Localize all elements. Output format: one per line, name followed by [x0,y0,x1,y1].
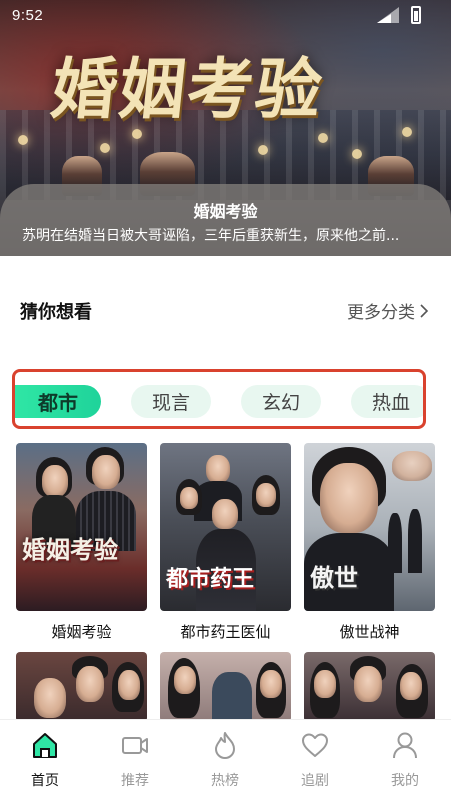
drama-card-poster[interactable] [16,652,147,722]
hero-title: 婚姻考验 [193,202,258,221]
video-icon [122,737,148,754]
poster-figure [34,678,66,718]
nav-label: 推荐 [121,773,149,789]
hero-description: 苏明在结婚当日被大哥诬陷，三年后重获新生，原来他之前... [22,228,400,244]
category-tab-xianyan[interactable]: 现言 [131,385,211,418]
poster-figure [76,666,104,702]
drama-card-poster[interactable]: 都市药王 [160,443,291,611]
nav-hot[interactable]: 热榜 [180,730,270,790]
nav-label: 热榜 [211,773,239,789]
poster-figure [42,465,68,497]
drama-card-poster[interactable] [160,652,291,722]
battery-icon [411,6,421,24]
category-tabs: 都市 现言 玄幻 热血 [12,369,426,429]
status-time: 9:52 [12,7,44,24]
drama-card-poster[interactable]: 傲世 [304,443,435,611]
status-icons [377,6,421,24]
poster-figure [92,455,120,489]
category-tab-xuanhuan[interactable]: 玄幻 [241,385,321,418]
signal-icon [377,7,399,23]
bottom-nav: 首页 推荐 热榜 追剧 我的 [0,719,451,802]
chevron-right-icon [420,303,429,318]
poster-figure [118,670,140,700]
poster-title-art: 傲世 [310,563,358,592]
drama-title[interactable]: 婚姻考验 [16,621,147,642]
drama-card-poster[interactable] [304,652,435,722]
poster-figure [400,672,422,700]
home-icon [33,733,57,758]
nav-label: 追剧 [301,773,329,789]
drama-title[interactable]: 傲世战神 [304,621,435,642]
hero-banner[interactable]: 9:52 婚姻考验 婚姻考验 苏明在结婚当日被大哥诬陷，三年后重获新生，原来他之… [0,0,451,256]
poster-figure [392,451,432,481]
nav-following[interactable]: 追剧 [270,730,360,790]
heart-icon [302,733,328,757]
user-icon [393,732,417,759]
section-title: 猜你想看 [20,302,92,323]
poster-figure [174,666,196,694]
poster-figure [212,672,252,722]
poster-figure [314,670,336,698]
nav-recommend[interactable]: 推荐 [90,730,180,790]
poster-figure [354,666,382,702]
more-categories-label: 更多分类 [347,303,415,323]
nav-profile[interactable]: 我的 [360,730,450,790]
poster-figure [256,483,276,507]
drama-title[interactable]: 都市药王医仙 [160,621,291,642]
poster-figure [206,455,230,483]
nav-label: 首页 [31,773,59,789]
poster-figure [212,499,238,529]
nav-label: 我的 [391,773,419,789]
hero-caption: 婚姻考验 苏明在结婚当日被大哥诬陷，三年后重获新生，原来他之前... [0,184,451,256]
more-categories-link[interactable]: 更多分类 [347,298,429,323]
hero-title-art: 婚姻考验 [47,50,328,128]
flame-icon [215,732,235,759]
category-tab-rexue[interactable]: 热血 [351,385,423,418]
poster-figure [180,487,198,509]
nav-home[interactable]: 首页 [0,730,90,790]
poster-title-art: 婚姻考验 [22,535,118,564]
poster-figure [260,670,282,698]
drama-card-poster[interactable]: 婚姻考验 [16,443,147,611]
poster-figure [320,463,378,533]
poster-title-art: 都市药王 [166,566,255,592]
category-tab-dushi[interactable]: 都市 [15,385,101,418]
